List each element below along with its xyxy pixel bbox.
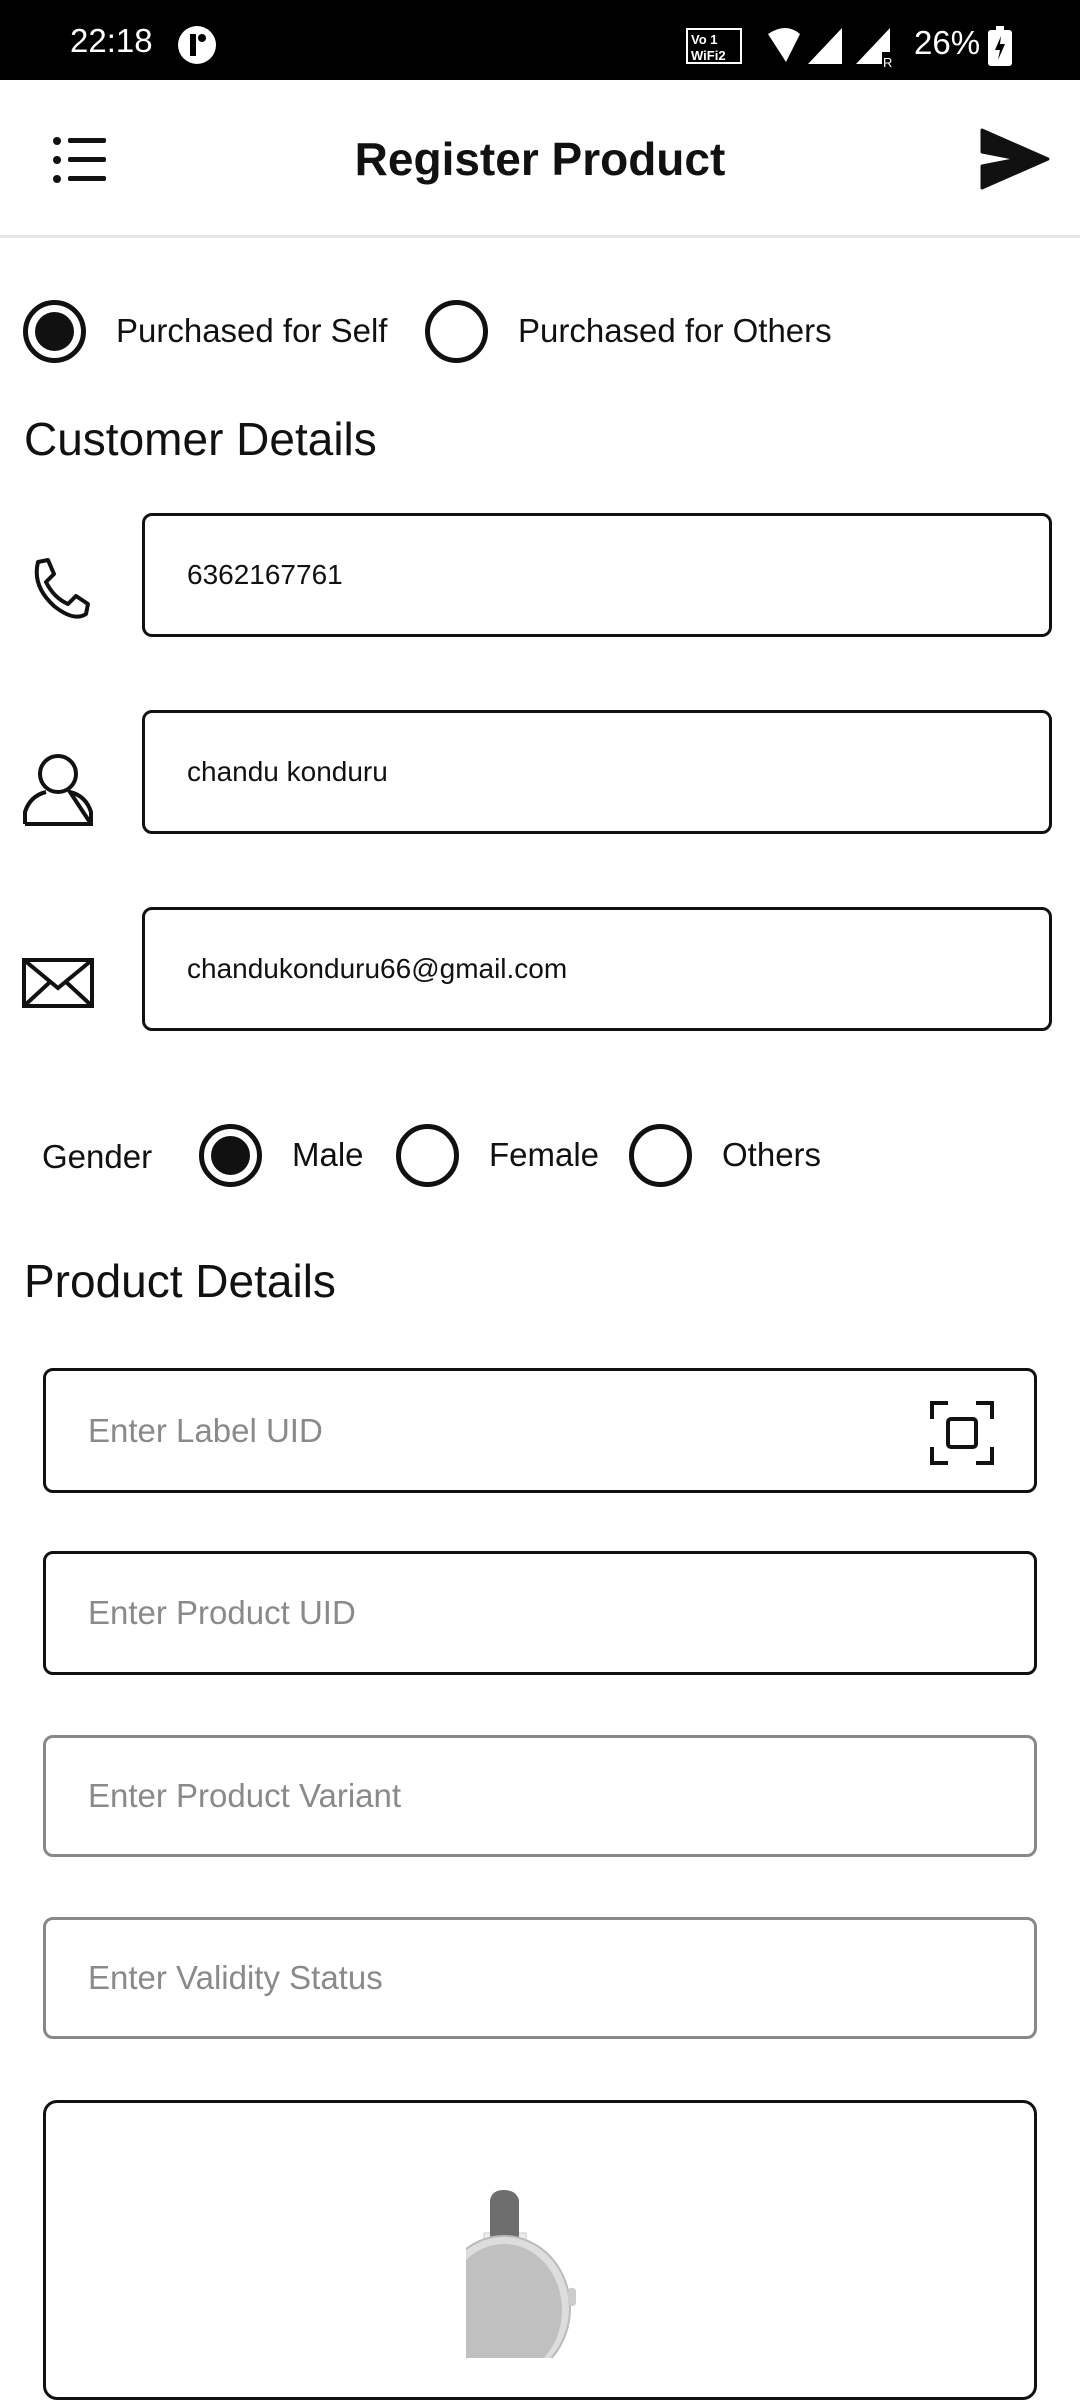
page-title: Register Product [354, 133, 726, 185]
email-icon [22, 958, 94, 1008]
purchased-for-others-radio[interactable] [425, 300, 488, 363]
status-bar: 22:18 Vo 1 WiFi2 R 26% [0, 0, 1080, 80]
svg-text:WiFi2: WiFi2 [691, 48, 726, 63]
product-details-heading: Product Details [24, 1255, 336, 1307]
name-input[interactable]: chandu konduru [142, 710, 1052, 834]
purchased-for-self-label: Purchased for Self [116, 312, 388, 349]
product-variant-input[interactable]: Enter Product Variant [43, 1735, 1037, 1857]
gender-female-label: Female [489, 1136, 600, 1173]
purchased-for-self-radio[interactable] [23, 300, 86, 363]
person-icon [23, 754, 93, 826]
phone-icon [34, 558, 90, 619]
app-bar: Register Product [0, 80, 1080, 238]
watch-image [466, 2190, 576, 2358]
customer-details-heading: Customer Details [24, 413, 377, 465]
signal-icon [808, 28, 842, 64]
status-time: 22:18 [70, 22, 153, 59]
battery-charging-icon [988, 26, 1012, 66]
phone-input[interactable]: 6362167761 [142, 513, 1052, 637]
wifi-icon [768, 28, 800, 62]
gender-others-radio[interactable] [629, 1124, 692, 1187]
gender-label: Gender [42, 1138, 153, 1175]
gender-male-radio[interactable] [199, 1124, 262, 1187]
gender-male-label: Male [292, 1136, 364, 1173]
battery-percent: 26% [914, 24, 981, 61]
email-input[interactable]: chandukonduru66@gmail.com [142, 907, 1052, 1031]
purchased-for-others-label: Purchased for Others [518, 312, 832, 349]
scan-icon[interactable] [930, 1401, 994, 1465]
product-image-box [43, 2100, 1037, 2400]
svg-text:R: R [883, 55, 892, 68]
send-icon[interactable] [978, 128, 1050, 190]
label-uid-input[interactable]: Enter Label UID [43, 1368, 1037, 1493]
signal-roaming-icon: R [856, 28, 892, 68]
svg-text:Vo 1: Vo 1 [691, 32, 718, 47]
gender-others-label: Others [722, 1136, 822, 1173]
validity-status-input[interactable]: Enter Validity Status [43, 1917, 1037, 2039]
gender-female-radio[interactable] [396, 1124, 459, 1187]
notification-icon [178, 26, 216, 64]
vowifi-icon: Vo 1WiFi2 [686, 28, 742, 64]
product-uid-input[interactable]: Enter Product UID [43, 1551, 1037, 1675]
